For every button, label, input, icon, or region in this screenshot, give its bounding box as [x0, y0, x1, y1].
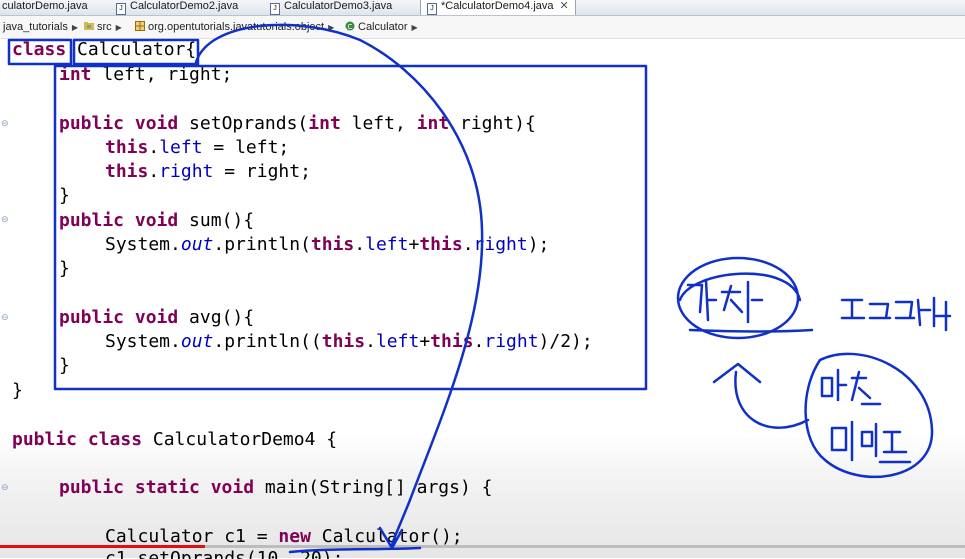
code-line-22: c1.setOprands(10, 20); — [105, 548, 344, 559]
close-icon[interactable]: ✕ — [560, 0, 569, 12]
code-line-1: class Calculator{ — [12, 39, 197, 60]
code-line-19: public static void main(String[] args) { — [59, 477, 493, 498]
chevron-right-icon: ▶ — [71, 23, 78, 32]
code-line-13: System.out.println((this.left+this.right… — [105, 331, 593, 352]
tab-calculatordemo2[interactable]: J CalculatorDemo2.java — [116, 0, 238, 15]
java-file-icon: J — [427, 3, 437, 15]
code-line-2: int left, right; — [59, 64, 233, 85]
class-icon: C — [345, 21, 355, 31]
code-line-12: public void avg(){ — [59, 307, 255, 328]
breadcrumb-item-src[interactable]: src ▶ — [84, 16, 122, 39]
code-line-9: System.out.println(this.left+this.right)… — [105, 234, 550, 255]
code-line-8: public void sum(){ — [59, 210, 255, 231]
tab-calculatordemo4[interactable]: J *CalculatorDemo4.java ✕ — [420, 0, 576, 15]
fold-collapse-icon[interactable]: ⊖ — [1, 314, 9, 323]
package-icon — [135, 21, 145, 31]
java-file-icon: J — [116, 3, 126, 15]
java-file-icon: J — [270, 3, 280, 15]
fold-collapse-icon[interactable]: ⊖ — [1, 484, 9, 493]
code-line-15: } — [12, 380, 23, 401]
tab-calculatordemo3[interactable]: J CalculatorDemo3.java — [270, 0, 392, 15]
breadcrumb-item-package[interactable]: org.opentutorials.javatutorials.object ▶ — [135, 16, 334, 39]
video-progress-played[interactable] — [0, 545, 205, 548]
code-line-17: public class CalculatorDemo4 { — [12, 429, 338, 450]
editor-tab-bar: culatorDemo.java J CalculatorDemo2.java J… — [0, 0, 965, 16]
code-line-14: } — [59, 355, 70, 376]
chevron-right-icon: ▶ — [328, 23, 335, 32]
svg-text:C: C — [348, 23, 353, 31]
code-line-10: } — [59, 258, 70, 279]
breadcrumb-item-project[interactable]: java_tutorials ▶ — [3, 16, 78, 39]
breadcrumb: java_tutorials ▶ src ▶ org.opentutorials.j… — [0, 16, 965, 39]
code-line-4: public void setOprands(int left, int rig… — [59, 113, 536, 134]
breadcrumb-item-class[interactable]: C Calculator ▶ — [345, 16, 418, 39]
chevron-right-icon: ▶ — [115, 23, 122, 32]
chevron-right-icon: ▶ — [411, 23, 418, 32]
source-folder-icon — [84, 22, 94, 30]
video-progress-remaining[interactable] — [205, 545, 965, 548]
code-line-5: this.left = left; — [105, 137, 290, 158]
fold-collapse-icon[interactable]: ⊖ — [1, 120, 9, 129]
tab-calculatordemo[interactable]: culatorDemo.java — [2, 0, 88, 15]
code-line-7: } — [59, 185, 70, 206]
code-line-6: this.right = right; — [105, 161, 311, 182]
code-editor[interactable]: class Calculator{ int left, right; ⊖ pub… — [0, 38, 965, 559]
fold-collapse-icon[interactable]: ⊖ — [1, 216, 9, 225]
